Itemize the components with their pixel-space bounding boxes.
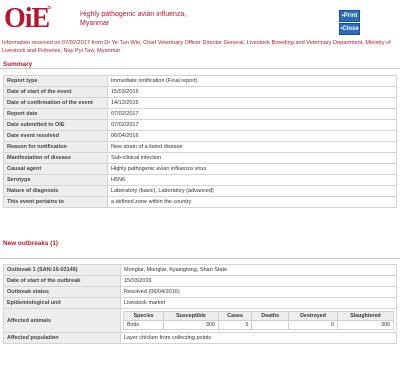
oie-logo: OiE° xyxy=(4,4,52,40)
animals-column-header: Slaughtered xyxy=(337,311,394,321)
table-row: Affected population Layer chicken from c… xyxy=(3,332,397,344)
field-value: 06/04/2016 xyxy=(107,130,397,142)
outbreak-table: Outbreak 1 (SAN:16-03146) Monglar, Mongla… xyxy=(3,264,397,344)
field-value: 14/12/2016 xyxy=(107,97,397,109)
report-title-line1: Highly pathogenic avian influenza, xyxy=(80,11,187,18)
table-row: Affected animals Species Susceptible Cases… xyxy=(3,308,397,333)
field-value: Highly pathogenic avian influenza virus xyxy=(107,163,397,175)
affected-animals-cell: Species Susceptible Cases Deaths Destroyed Sl… xyxy=(120,308,397,333)
field-value: Resolved (06/04/2016) xyxy=(120,286,397,298)
logo-accent-mark: ° xyxy=(47,5,51,16)
field-value: Livestock market xyxy=(120,297,397,309)
table-row: Report type Immediate notification (Final… xyxy=(3,75,397,87)
field-label: Date of start of the event xyxy=(3,86,108,98)
field-label: Report date xyxy=(3,108,108,120)
animals-cell: 0 xyxy=(288,320,338,330)
oie-logo-text: OiE xyxy=(4,3,50,34)
animals-column-header: Deaths xyxy=(251,311,290,321)
field-value: 07/02/2017 xyxy=(107,119,397,131)
field-label: Date of confirmation of the event xyxy=(3,97,108,109)
animals-column-header: Destroyed xyxy=(288,311,338,321)
animals-cell xyxy=(251,320,290,330)
table-row: Manifestation of disease Sub-clinical inf… xyxy=(3,152,397,164)
table-row: Outbreak status Resolved (06/04/2016) xyxy=(3,286,397,298)
new-outbreaks-heading: New outbreaks (1) xyxy=(3,240,59,247)
animals-column-header: Susceptible xyxy=(163,311,219,321)
affected-population-value: Layer chicken from collecting points xyxy=(120,332,397,344)
field-label: Causal agent xyxy=(3,163,108,175)
report-title: Highly pathogenic avian influenza, Myanm… xyxy=(80,10,186,28)
animals-cell: 300 xyxy=(163,320,219,330)
field-label: Date of start of the outbreak xyxy=(3,275,121,287)
close-button[interactable]: ▪Close xyxy=(339,23,360,35)
animals-data-row: Birds 300 5 0 300 xyxy=(122,320,394,330)
report-title-line2: Myanmar xyxy=(80,20,110,27)
table-row: Outbreak 1 (SAN:16-03146) Monglar, Mongla… xyxy=(3,264,397,276)
field-label: Outbreak status xyxy=(3,286,121,298)
field-value: Sub-clinical infection xyxy=(107,152,397,164)
field-value: Immediate notification (Final report) xyxy=(107,75,397,87)
field-label: Date submitted to OIE xyxy=(3,119,108,131)
field-label: Nature of diagnosis xyxy=(3,185,108,197)
summary-heading: Summary xyxy=(3,61,33,68)
field-value: H5N6 xyxy=(107,174,397,186)
table-row: Nature of diagnosis Laboratory (basic), L… xyxy=(3,185,397,197)
field-label: Report type xyxy=(3,75,108,87)
affected-population-label: Affected population xyxy=(3,332,121,344)
table-row: Date of start of the event 15/03/2016 xyxy=(3,86,397,98)
information-received-text: Information received on 07/02/2017 from … xyxy=(2,40,391,54)
table-row: Serotype H5N6 xyxy=(3,174,397,186)
field-label: This event pertains to xyxy=(3,196,108,208)
table-row: Date of start of the outbreak 15/03/2016 xyxy=(3,275,397,287)
animals-cell: 5 xyxy=(217,320,253,330)
table-row: Date of confirmation of the event 14/12/2… xyxy=(3,97,397,109)
field-value: 15/03/2016 xyxy=(120,275,397,287)
divider xyxy=(0,68,400,69)
field-label: Date event resolved xyxy=(3,130,108,142)
field-label: Outbreak 1 (SAN:16-03146) xyxy=(3,264,121,276)
divider xyxy=(0,258,400,259)
field-value: Monglar, Monglar, Kyaingtong, Shan State xyxy=(120,264,397,276)
table-row: Causal agent Highly pathogenic avian infl… xyxy=(3,163,397,175)
field-value: 15/03/2016 xyxy=(107,86,397,98)
field-label: Manifestation of disease xyxy=(3,152,108,164)
report-header: OiE° Highly pathogenic avian influenza, … xyxy=(0,0,400,38)
field-value: New strain of a listed disease xyxy=(107,141,397,153)
field-label: Reason for notification xyxy=(3,141,108,153)
animals-header-row: Species Susceptible Cases Deaths Destroyed Sl… xyxy=(122,311,394,321)
animals-cell: Birds xyxy=(122,320,165,330)
affected-animals-label: Affected animals xyxy=(3,308,121,333)
field-label: Epidemiological unit xyxy=(3,297,121,309)
field-label: Serotype xyxy=(3,174,108,186)
table-row: Report date 07/02/2017 xyxy=(3,108,397,120)
field-value: a defined zone within the country xyxy=(107,196,397,208)
table-row: Date event resolved 06/04/2016 xyxy=(3,130,397,142)
animals-column-header: Species xyxy=(122,311,165,321)
summary-table: Report type Immediate notification (Final… xyxy=(3,75,397,208)
action-buttons: ▪Print ▪Close xyxy=(339,10,360,36)
field-value: 07/02/2017 xyxy=(107,108,397,120)
table-row: This event pertains to a defined zone wit… xyxy=(3,196,397,208)
animals-cell: 300 xyxy=(337,320,394,330)
affected-animals-table: Species Susceptible Cases Deaths Destroyed Sl… xyxy=(122,311,394,330)
field-value: Laboratory (basic), Laboratory (advanced… xyxy=(107,185,397,197)
table-row: Epidemiological unit Livestock market xyxy=(3,297,397,309)
table-row: Date submitted to OIE 07/02/2017 xyxy=(3,119,397,131)
animals-column-header: Cases xyxy=(217,311,253,321)
print-button[interactable]: ▪Print xyxy=(339,10,360,22)
table-row: Reason for notification New strain of a l… xyxy=(3,141,397,153)
